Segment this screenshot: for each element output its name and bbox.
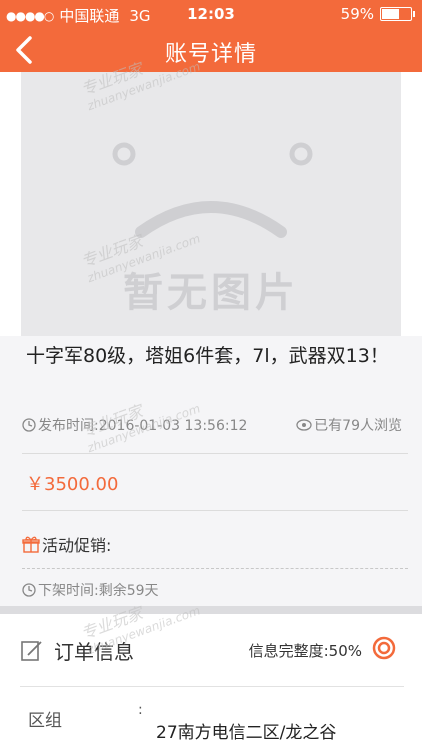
- battery-icon: [380, 7, 415, 21]
- edit-icon: [21, 640, 42, 661]
- promotion-row: 活动促销:: [22, 532, 111, 556]
- image-area: 暂无图片: [0, 72, 422, 336]
- eye-icon: [296, 419, 312, 431]
- divider: [22, 453, 408, 454]
- dashed-divider: [22, 568, 408, 569]
- offshelf-time: 下架时间:剩余59天: [38, 583, 159, 599]
- section-separator: [0, 606, 422, 614]
- divider: [20, 686, 404, 687]
- page-title: 账号详情: [164, 42, 257, 67]
- order-section: 订单信息 信息完整度:50% 区组 : 27南方电信二区/龙之谷: [0, 614, 422, 750]
- promotion-label: 活动促销:: [42, 536, 112, 555]
- listing-info: 十字军80级，塔姐6件套，7l，武器双13！ 发布时间:2016-01-03 1…: [0, 336, 422, 606]
- offshelf-row: 下架时间:剩余59天: [22, 580, 159, 600]
- region-colon: :: [138, 702, 143, 718]
- listing-title: 十字军80级，塔姐6件套，7l，武器双13！: [26, 345, 389, 367]
- completeness-ring-icon: [372, 636, 396, 660]
- listing-meta: 发布时间:2016-01-03 13:56:12 已有79人浏览: [22, 415, 402, 436]
- completeness-label: 信息完整度:50%: [248, 642, 362, 660]
- view-count: 已有79人浏览: [314, 418, 402, 434]
- battery-percent: 59%: [340, 5, 374, 23]
- order-header: 订单信息: [20, 636, 134, 665]
- no-image-text: 暂无图片: [123, 270, 299, 316]
- clock-icon: [22, 418, 36, 432]
- clock-icon: [22, 583, 36, 597]
- region-value: 27南方电信二区/龙之谷: [156, 723, 337, 743]
- price: ￥3500.00: [26, 474, 119, 495]
- status-bar: ●●●●○ 中国联通 3G 12:03 59%: [0, 0, 422, 28]
- publish-time: 发布时间:2016-01-03 13:56:12: [38, 418, 248, 434]
- divider: [22, 510, 408, 511]
- gift-icon: [22, 536, 40, 553]
- region-label: 区组: [28, 711, 62, 731]
- order-title: 订单信息: [54, 640, 134, 664]
- nav-bar: 账号详情: [0, 28, 422, 72]
